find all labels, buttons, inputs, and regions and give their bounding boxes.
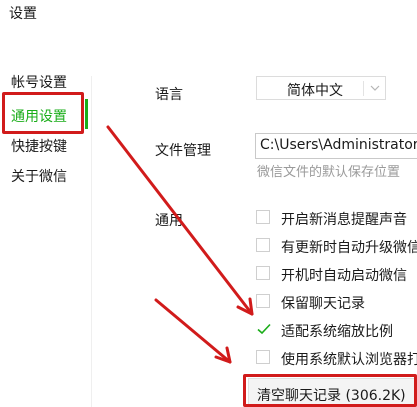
annotation-box-clear-button xyxy=(243,374,417,407)
option-new-message-sound[interactable]: 开启新消息提醒声音 xyxy=(281,209,407,229)
annotation-arrow-to-clear xyxy=(154,298,232,364)
sidebar-divider xyxy=(91,76,92,407)
active-tab-indicator xyxy=(85,99,88,129)
checkbox-default-browser[interactable] xyxy=(256,350,270,364)
language-label: 语言 xyxy=(155,87,183,103)
option-auto-start[interactable]: 开机时自动启动微信 xyxy=(281,265,407,285)
annotation-arrowhead-scaling xyxy=(236,297,254,316)
option-keep-history[interactable]: 保留聊天记录 xyxy=(281,293,365,313)
checkbox-keep-history[interactable] xyxy=(256,294,270,308)
option-auto-update[interactable]: 有更新时自动升级微信 xyxy=(281,237,417,257)
sidebar-item-account[interactable]: 帐号设置 xyxy=(11,72,67,92)
check-icon xyxy=(257,323,271,335)
checkbox-system-scaling[interactable] xyxy=(256,322,271,336)
checkbox-auto-start[interactable] xyxy=(256,266,270,280)
general-options-label: 通用 xyxy=(155,213,183,229)
annotation-arrowhead-clear xyxy=(214,346,232,364)
sidebar-item-about[interactable]: 关于微信 xyxy=(11,166,67,186)
language-select[interactable]: 简体中文 xyxy=(256,76,386,100)
window-title: 设置 xyxy=(9,6,37,22)
select-separator xyxy=(363,81,364,96)
file-path-field[interactable]: C:\Users\Administrator\ xyxy=(255,133,417,159)
option-default-browser[interactable]: 使用系统默认浏览器打 xyxy=(281,349,417,369)
checkbox-new-message-sound[interactable] xyxy=(256,210,270,224)
language-value: 简体中文 xyxy=(287,83,343,99)
file-management-label: 文件管理 xyxy=(155,143,211,159)
checkbox-auto-update[interactable] xyxy=(256,238,270,252)
file-path-hint: 微信文件的默认保存位置 xyxy=(257,165,401,180)
chevron-down-icon xyxy=(368,80,382,94)
sidebar-item-shortcuts[interactable]: 快捷按键 xyxy=(11,136,67,156)
option-system-scaling[interactable]: 适配系统缩放比例 xyxy=(281,321,393,341)
annotation-box-general-tab xyxy=(2,92,84,134)
